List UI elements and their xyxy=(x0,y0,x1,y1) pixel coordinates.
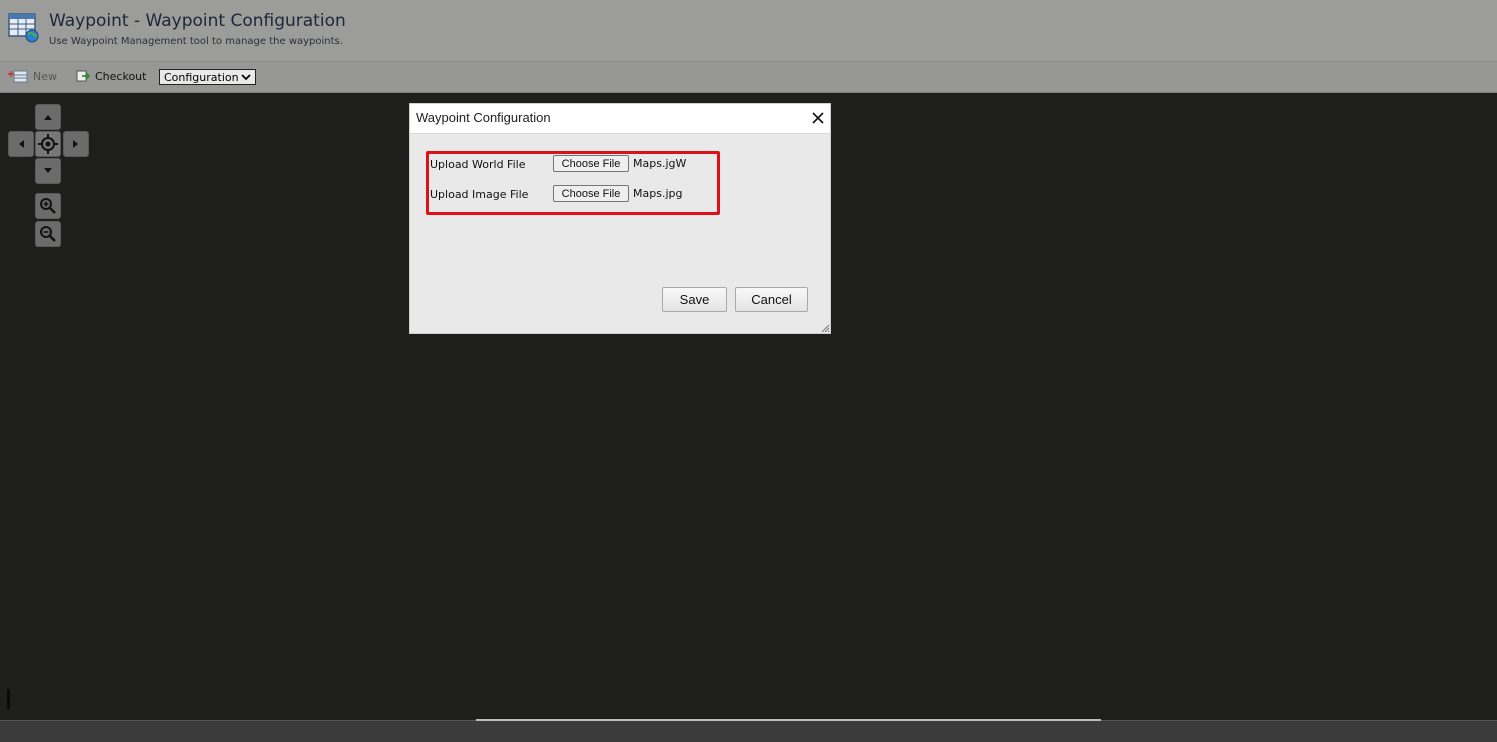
world-file-name: Maps.jgW xyxy=(633,157,687,170)
table-globe-icon xyxy=(8,13,39,43)
page-subtitle: Use Waypoint Management tool to manage t… xyxy=(49,36,343,47)
pan-right-button[interactable] xyxy=(63,131,89,157)
new-item-icon xyxy=(8,70,28,83)
zoom-out-button[interactable] xyxy=(35,221,61,247)
upload-world-file-label: Upload World File xyxy=(430,158,526,171)
pan-left-button[interactable] xyxy=(8,131,34,157)
pan-down-button[interactable] xyxy=(35,158,61,184)
zoom-out-icon xyxy=(40,226,56,242)
choose-world-file-button[interactable]: Choose File xyxy=(553,155,629,172)
save-button[interactable]: Save xyxy=(662,287,727,312)
close-icon[interactable] xyxy=(810,110,826,126)
view-select-value: Configuration xyxy=(164,70,239,84)
new-label: New xyxy=(33,70,57,83)
view-select[interactable]: Configuration xyxy=(159,69,256,85)
new-button[interactable]: New xyxy=(8,70,57,83)
zoom-in-button[interactable] xyxy=(35,193,61,219)
checkout-icon xyxy=(76,70,90,82)
pan-up-icon xyxy=(44,115,52,120)
status-bar xyxy=(0,720,1497,742)
cancel-button[interactable]: Cancel xyxy=(735,287,808,312)
checkout-label: Checkout xyxy=(95,70,147,83)
pan-down-icon xyxy=(44,168,52,173)
crosshair-icon xyxy=(38,134,58,154)
page-title: Waypoint - Waypoint Configuration xyxy=(49,11,346,31)
dialog-title: Waypoint Configuration xyxy=(416,110,551,125)
zoom-in-icon xyxy=(40,198,56,214)
waypoint-configuration-dialog: Waypoint Configuration Upload World File… xyxy=(409,103,831,334)
pan-right-icon xyxy=(73,140,78,148)
center-map-button[interactable] xyxy=(35,131,61,157)
dialog-titlebar[interactable]: Waypoint Configuration xyxy=(410,104,830,134)
app-header: Waypoint - Waypoint Configuration Use Wa… xyxy=(0,0,1497,62)
pan-left-icon xyxy=(19,140,24,148)
checkout-button[interactable]: Checkout xyxy=(76,70,146,83)
image-file-name: Maps.jpg xyxy=(633,187,683,200)
upload-image-file-label: Upload Image File xyxy=(430,188,529,201)
map-edge-handle xyxy=(7,689,10,709)
chevron-down-icon xyxy=(241,73,251,80)
horizontal-scrollbar[interactable] xyxy=(476,719,1101,721)
choose-image-file-button[interactable]: Choose File xyxy=(553,185,629,202)
resize-grip-icon[interactable] xyxy=(820,323,830,333)
pan-up-button[interactable] xyxy=(35,104,61,130)
